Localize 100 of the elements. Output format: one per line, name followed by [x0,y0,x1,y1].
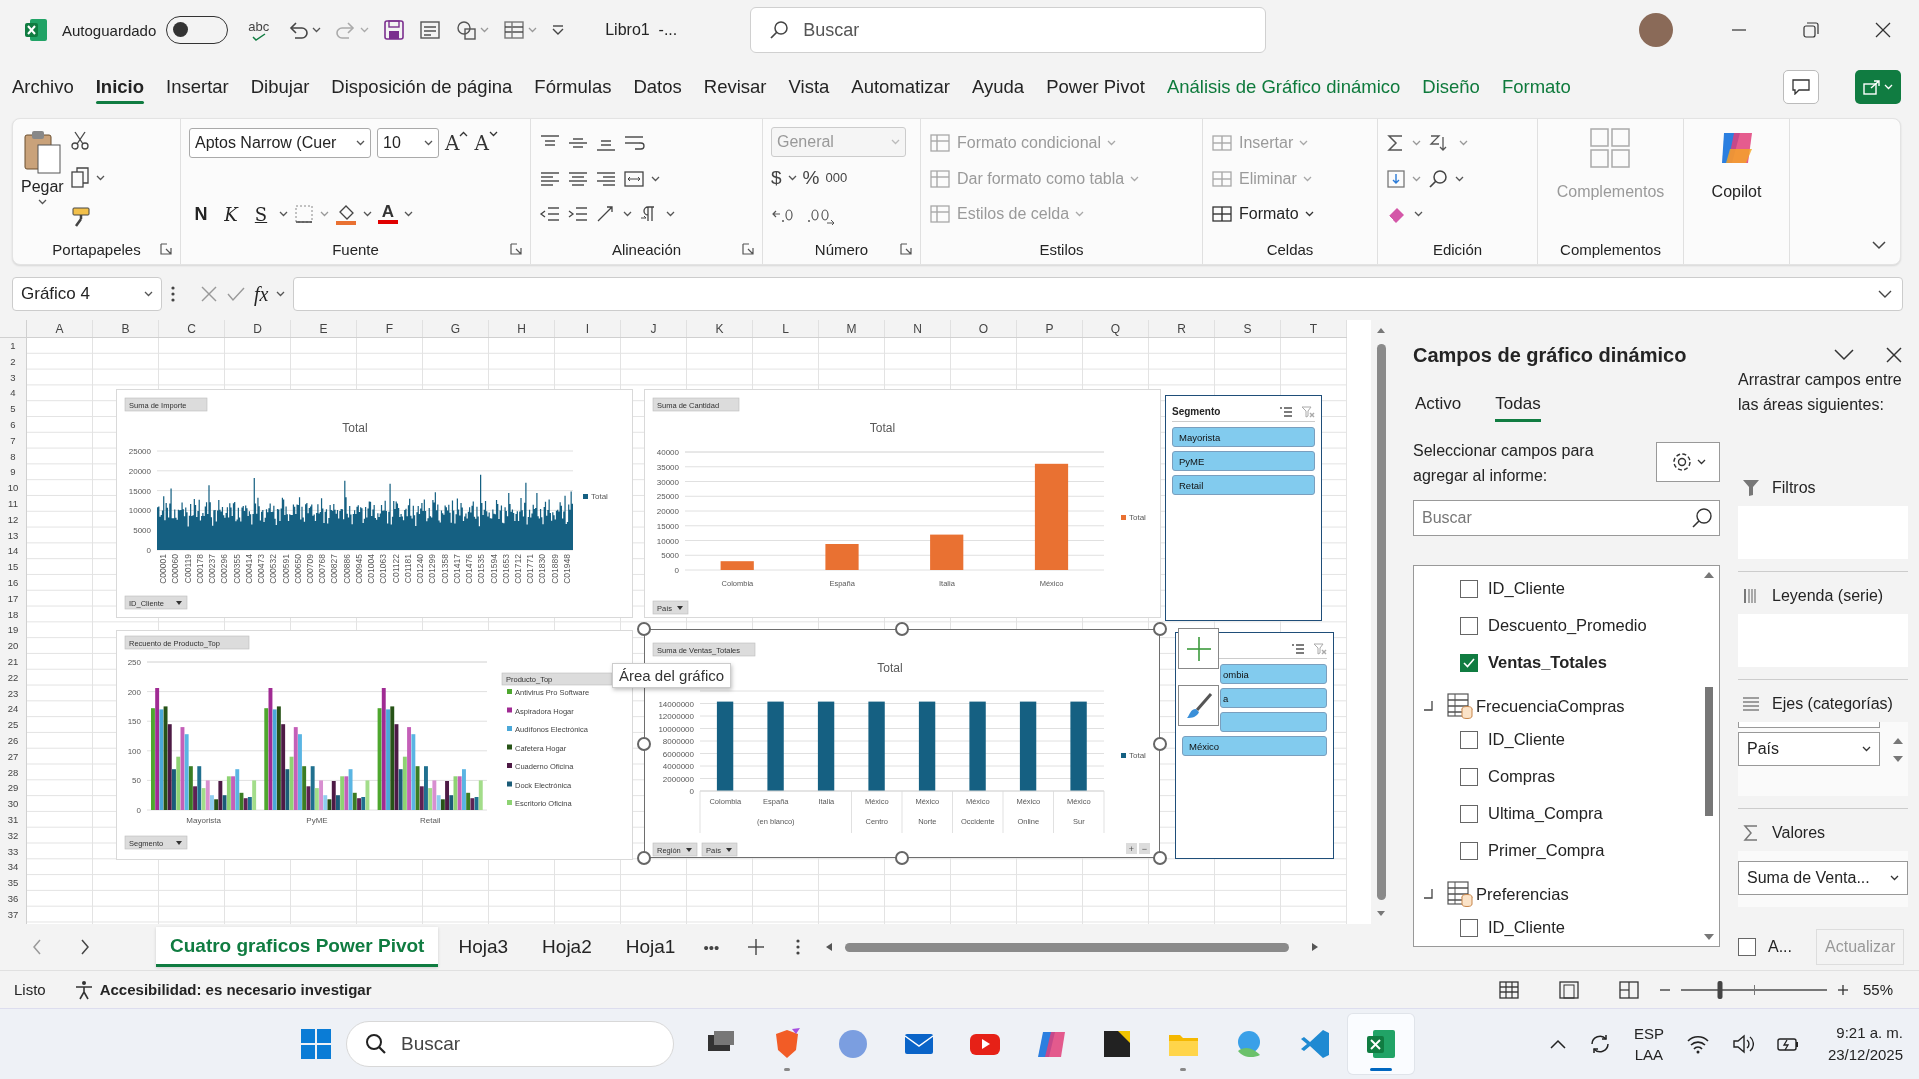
row-header[interactable]: 26 [0,732,26,749]
column-header[interactable]: S [1215,320,1281,337]
font-name-dropdown[interactable]: Aptos Narrow (Cuer [189,128,371,158]
column-header[interactable]: M [819,320,885,337]
row-header[interactable]: 8 [0,448,26,465]
column-header[interactable]: B [93,320,159,337]
field-name[interactable]: ID_Cliente [1488,579,1566,598]
thousands-button[interactable]: 000 [825,170,848,185]
row-header[interactable]: 7 [0,432,26,449]
row-header[interactable]: 20 [0,638,26,654]
menu-tab[interactable]: Fórmulas [534,66,612,107]
column-header[interactable]: P [1017,320,1083,337]
copilot-button[interactable]: Copilot [1703,125,1770,264]
menu-tab[interactable]: Análisis de Gráfico dinámico [1166,66,1401,107]
row-header[interactable]: 15 [0,559,26,575]
row-header[interactable]: 27 [0,748,26,765]
currency-button[interactable]: $ [771,166,782,189]
row-header[interactable]: 13 [0,527,26,544]
row-header[interactable]: 14 [0,543,26,560]
column-header[interactable]: K [687,320,753,337]
row-header[interactable]: 34 [0,859,26,876]
search-field[interactable]: Buscar [750,7,1267,53]
field-name[interactable]: Ventas_Totales [1488,653,1607,672]
field-name[interactable]: ID_Cliente [1488,730,1566,749]
row-header[interactable]: 3 [0,369,26,386]
row-header[interactable]: 2 [0,353,26,370]
row-header[interactable]: 28 [0,764,26,781]
font-color-button[interactable]: A [378,204,398,224]
sheet-tab[interactable]: Hoja3 [444,927,523,967]
row-header[interactable]: 33 [0,843,26,860]
column-header[interactable]: A [27,320,93,337]
expand-button[interactable]: + [1126,843,1137,854]
field-name[interactable]: ID_Cliente [1488,918,1566,937]
column-header[interactable]: E [291,320,357,337]
menu-tab[interactable]: Formato [1501,66,1571,107]
spelling-button[interactable]: abc [248,19,270,41]
collapse-button[interactable]: − [1139,843,1150,854]
column-header[interactable]: R [1149,320,1215,337]
search-field[interactable]: Buscar [346,1021,674,1067]
grow-font-button[interactable]: A [445,131,469,155]
slicer[interactable]: ombia a México [1175,632,1334,859]
column-header[interactable]: C [159,320,225,337]
row-header[interactable]: 11 [0,495,26,512]
field-dropdown[interactable]: País [1738,732,1880,766]
italic-button[interactable]: K [219,203,243,225]
row-header[interactable]: 1 [0,338,26,354]
row-header[interactable]: 9 [0,464,26,481]
column-header[interactable]: O [951,320,1017,337]
field-name[interactable]: Primer_Compra [1488,841,1605,860]
pane-tab[interactable]: Activo [1415,386,1462,422]
row-header[interactable]: 16 [0,574,26,591]
field-name[interactable]: Compras [1488,767,1555,786]
clock[interactable]: 9:21 a. m. 23/12/2025 [1827,1022,1903,1066]
slicer-item[interactable]: Mayorista [1172,427,1315,447]
row-header[interactable]: 17 [0,590,26,607]
row-header[interactable]: 36 [0,890,26,907]
menu-tab[interactable]: Disposición de página [331,66,513,107]
search-field[interactable]: Buscar [1413,500,1720,536]
row-header[interactable]: 35 [0,875,26,891]
sheet-tab[interactable]: Cuatro graficos Power Pivot [156,927,439,967]
menu-tab[interactable]: Power Pivot [1046,66,1145,107]
row-header[interactable]: 23 [0,685,26,702]
table-name[interactable]: FrecuenciaCompras [1476,696,1625,716]
row-header[interactable]: 12 [0,511,26,528]
menu-tab[interactable]: Insertar [166,66,229,107]
table-name[interactable]: Preferencias [1476,884,1569,904]
slicer-item[interactable]: ombia [1220,664,1327,684]
row-header[interactable]: 18 [0,606,26,623]
field-name[interactable]: Ultima_Compra [1488,804,1603,823]
column-header[interactable]: L [753,320,819,337]
column-header[interactable]: G [423,320,489,337]
column-header[interactable]: Q [1083,320,1149,337]
column-header[interactable]: I [555,320,621,337]
shrink-font-button[interactable]: A [474,131,498,155]
zoom-level[interactable]: 55% [1862,981,1893,998]
sheet-tab[interactable]: Hoja1 [611,927,690,967]
row-header[interactable]: 29 [0,780,26,797]
bold-button[interactable]: N [189,203,213,225]
slicer-item[interactable]: México [1182,736,1327,756]
menu-tab[interactable]: Revisar [703,66,767,107]
input-language[interactable]: ESP LAA [1633,1023,1664,1065]
row-header[interactable]: 5 [0,401,26,417]
column-header[interactable]: J [621,320,687,337]
row-header[interactable]: 37 [0,906,26,923]
row-header[interactable]: 24 [0,701,26,718]
insert-function-button[interactable]: fx [254,282,269,306]
column-header[interactable]: T [1281,320,1347,337]
cells-button[interactable]: Formato [1211,198,1314,230]
menu-tab[interactable]: Dibujar [250,66,310,107]
menu-tab[interactable]: Automatizar [851,66,951,107]
menu-tab[interactable]: Inicio [95,66,144,107]
menu-tab[interactable]: Ayuda [972,66,1025,107]
pane-tab[interactable]: Todas [1495,386,1541,422]
row-header[interactable]: 6 [0,417,26,433]
more-sheets-button[interactable]: ••• [703,938,720,956]
accessibility-status[interactable]: Accesibilidad: es necesario investigar [99,981,372,998]
menu-tab[interactable]: Vista [788,66,830,107]
row-header[interactable]: 4 [0,385,26,402]
column-header[interactable]: D [225,320,291,337]
underline-button[interactable]: S [249,203,273,225]
